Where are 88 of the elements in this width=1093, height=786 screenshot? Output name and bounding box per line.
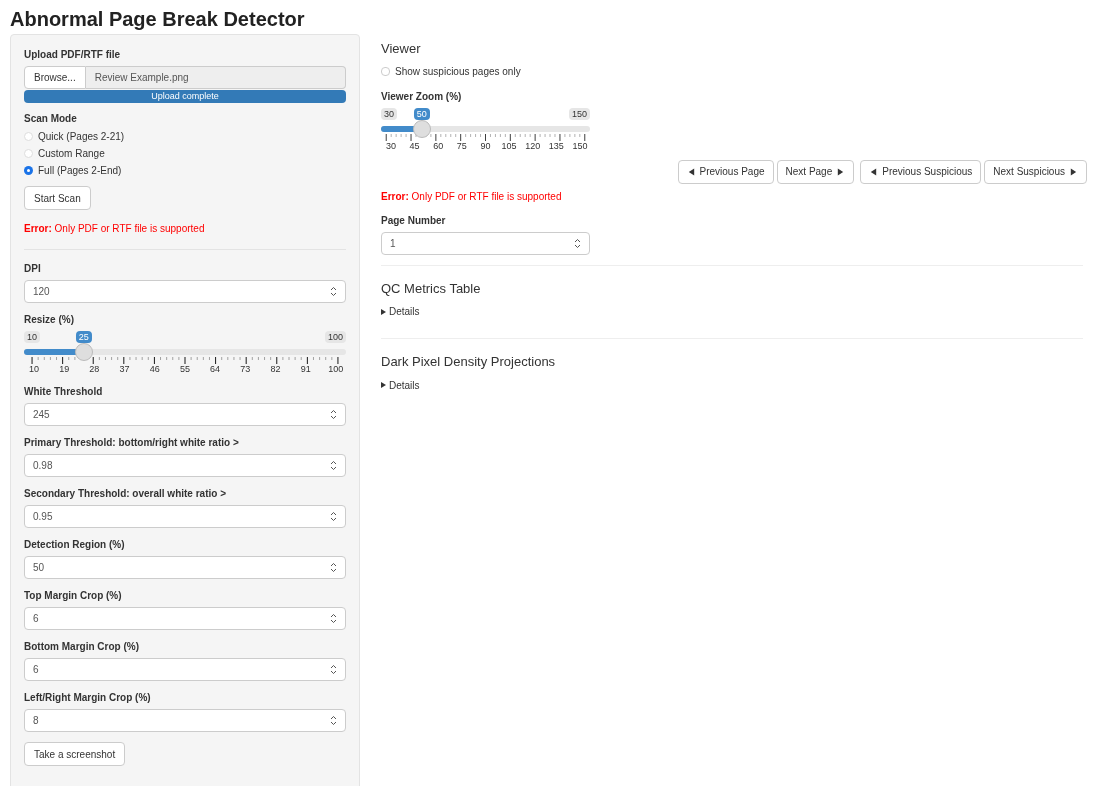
tick-label: 150 [571, 140, 589, 152]
details-toggle[interactable]: Details [381, 304, 420, 319]
spinner-icon[interactable] [330, 409, 337, 420]
tick-label: 100 [327, 364, 345, 375]
spinner-icon[interactable] [330, 460, 337, 471]
spinner-icon[interactable] [574, 237, 581, 249]
tick-label: 105 [500, 140, 518, 152]
start-scan-button[interactable]: Start Scan [24, 186, 91, 210]
number-field[interactable]: 0.95 [24, 505, 346, 528]
browse-button[interactable]: Browse... [24, 66, 86, 89]
field-label: Scan Mode [24, 113, 78, 125]
radio-button[interactable] [24, 132, 33, 141]
section-heading: Viewer [381, 40, 422, 58]
screenshot-button[interactable]: Take a screenshot [24, 742, 126, 766]
slider-value: 25 [75, 331, 92, 343]
tick-label: 19 [58, 364, 71, 375]
file-name-field: Review Example.png [85, 66, 346, 89]
slider-max: 150 [568, 107, 590, 120]
tick-label: 91 [299, 364, 312, 375]
number-field[interactable]: 1 [381, 231, 590, 255]
slider-thumb[interactable] [74, 343, 93, 361]
slider-value: 50 [413, 107, 430, 120]
checkbox[interactable] [381, 66, 390, 76]
tick-label: 46 [148, 364, 161, 375]
tick-label: 30 [385, 140, 397, 152]
number-field[interactable]: 50 [24, 556, 346, 579]
error-message: Error: Only PDF or RTF file is supported [381, 189, 563, 204]
field-label: Detection Region (%) [24, 539, 126, 551]
slider-thumb[interactable] [412, 119, 431, 138]
field-label: Secondary Threshold: overall white ratio > [24, 488, 227, 500]
field-label: Top Margin Crop (%) [24, 590, 123, 602]
spinner-icon[interactable] [330, 664, 337, 675]
slider-max: 100 [324, 331, 346, 343]
disclosure-triangle-icon [381, 308, 386, 315]
tick-label: 75 [455, 140, 468, 152]
number-field[interactable]: 6 [24, 607, 346, 630]
error-message: Error: Only PDF or RTF file is supported [24, 222, 206, 236]
field-label: White Threshold [24, 386, 104, 398]
field-label: Upload PDF/RTF file [24, 49, 122, 61]
spinner-icon[interactable] [330, 511, 337, 522]
number-field[interactable]: 120 [24, 280, 346, 303]
field-label: Bottom Margin Crop (%) [24, 641, 140, 653]
upload-progress-bar: Upload complete [24, 90, 346, 103]
nav-button[interactable]: Next Page [776, 159, 855, 184]
details-toggle[interactable]: Details [381, 377, 420, 393]
tick-label: 10 [28, 364, 40, 375]
radio-label: Full (Pages 2-End) [38, 164, 122, 177]
section-heading: Dark Pixel Density Projections [381, 353, 557, 371]
tick-label: 90 [479, 140, 492, 152]
disclosure-triangle-icon [381, 382, 386, 388]
field-label: Viewer Zoom (%) [381, 90, 463, 103]
spinner-icon[interactable] [330, 562, 337, 573]
number-field[interactable]: 0.98 [24, 454, 346, 477]
tick-label: 82 [269, 364, 282, 375]
number-field[interactable]: 6 [24, 658, 346, 681]
left-triangle-icon [869, 166, 879, 177]
tick-label: 73 [239, 364, 252, 375]
spinner-icon[interactable] [330, 613, 337, 624]
tick-label: 37 [118, 364, 131, 375]
field-label: DPI [24, 263, 42, 275]
field-label: Resize (%) [24, 314, 75, 326]
nav-button[interactable]: Previous Page [677, 159, 774, 184]
checkbox-label: Show suspicious pages only [395, 64, 521, 79]
spinner-icon[interactable] [330, 715, 337, 726]
radio-label: Quick (Pages 2-21) [38, 130, 125, 143]
right-triangle-icon [1069, 166, 1078, 177]
nav-button[interactable]: Next Suspicious [984, 159, 1087, 184]
slider-min: 30 [381, 107, 397, 120]
spinner-icon[interactable] [330, 286, 337, 297]
slider-min: 10 [24, 331, 40, 343]
tick-label: 28 [88, 364, 101, 375]
field-label: Primary Threshold: bottom/right white ratio > [24, 437, 240, 449]
page-title: Abnormal Page Break Detector [10, 7, 306, 32]
section-heading: QC Metrics Table [381, 279, 482, 298]
tick-label: 55 [178, 364, 191, 375]
number-field[interactable]: 245 [24, 403, 346, 426]
tick-label: 135 [547, 140, 565, 152]
tick-label: 60 [432, 140, 445, 152]
tick-label: 45 [408, 140, 421, 152]
field-label: Page Number [381, 214, 447, 227]
radio-label: Custom Range [38, 147, 105, 160]
number-field[interactable]: 8 [24, 709, 346, 732]
nav-button[interactable]: Previous Suspicious [860, 159, 982, 184]
radio-button[interactable] [24, 149, 33, 158]
field-label: Left/Right Margin Crop (%) [24, 692, 152, 704]
tick-label: 64 [209, 364, 222, 375]
tick-label: 120 [524, 140, 542, 152]
radio-button[interactable] [24, 166, 33, 175]
